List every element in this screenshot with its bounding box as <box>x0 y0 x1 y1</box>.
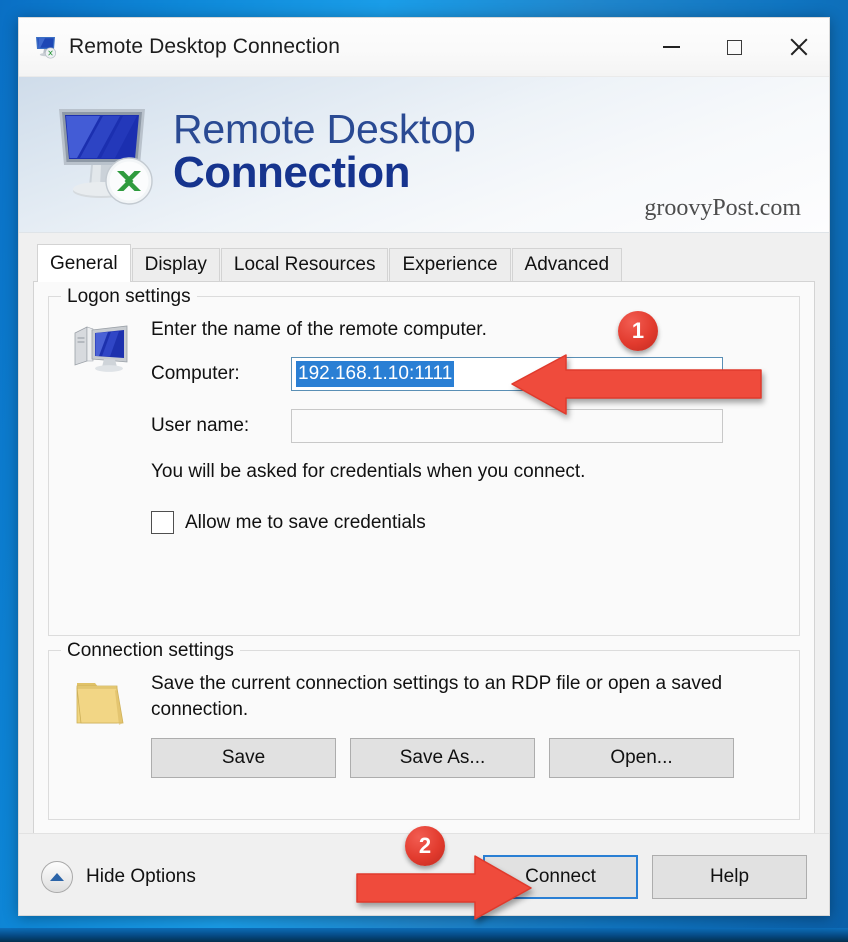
open-button[interactable]: Open... <box>549 738 734 779</box>
connection-settings-group: Connection settings Save the current con… <box>48 640 800 820</box>
remote-desktop-connection-window: Remote Desktop Connection Remote Desktop… <box>18 17 830 916</box>
allow-save-credentials-checkbox[interactable] <box>151 511 174 534</box>
logon-settings-title: Logon settings <box>61 286 197 308</box>
credentials-note: You will be asked for credentials when y… <box>151 461 586 482</box>
computer-icon <box>74 325 128 372</box>
help-button[interactable]: Help <box>652 854 807 899</box>
close-button[interactable] <box>766 18 829 76</box>
dialog-body: General Display Local Resources Experien… <box>19 233 829 915</box>
banner-title: Remote Desktop Connection <box>173 106 476 197</box>
tab-strip: General Display Local Resources Experien… <box>33 244 815 282</box>
annotation-badge-1: 1 <box>618 311 658 351</box>
connection-settings-buttons: Save Save As... Open... <box>151 738 781 779</box>
annotation-badge-2: 2 <box>405 826 445 866</box>
tab-local-resources[interactable]: Local Resources <box>220 248 389 281</box>
triangle-up-icon <box>50 872 64 881</box>
annotation-arrow-1 <box>511 354 762 415</box>
maximize-button[interactable] <box>703 18 766 76</box>
remote-desktop-icon <box>36 37 57 59</box>
window-title: Remote Desktop Connection <box>69 35 340 58</box>
chevron-up-circle-icon[interactable] <box>41 860 73 893</box>
save-button[interactable]: Save <box>151 738 336 779</box>
allow-save-credentials-label: Allow me to save credentials <box>185 511 426 533</box>
maximize-icon <box>727 39 742 55</box>
watermark: groovyPost.com <box>644 195 801 221</box>
tab-display[interactable]: Display <box>131 248 220 281</box>
hide-options-button[interactable]: Hide Options <box>41 860 196 893</box>
banner: Remote Desktop Connection groovyPost.com <box>19 77 829 233</box>
allow-save-credentials-row[interactable]: Allow me to save credentials <box>151 511 781 534</box>
username-label: User name: <box>151 415 250 436</box>
logon-prompt: Enter the name of the remote computer. <box>151 319 487 340</box>
window-controls <box>640 18 829 76</box>
remote-desktop-logo <box>59 108 153 205</box>
connection-settings-title: Connection settings <box>61 640 240 662</box>
desktop-background: Remote Desktop Connection Remote Desktop… <box>0 0 848 942</box>
logon-settings-group: Logon settings Enter the name of the rem… <box>48 286 800 636</box>
computer-label: Computer: <box>151 363 240 384</box>
close-icon <box>788 37 808 57</box>
computer-value: 192.168.1.10:1111 <box>296 361 455 387</box>
banner-line-1: Remote Desktop <box>173 106 476 153</box>
save-as-button[interactable]: Save As... <box>350 738 535 779</box>
connection-settings-description: Save the current connection settings to … <box>151 673 723 720</box>
tab-advanced[interactable]: Advanced <box>511 248 623 281</box>
banner-line-2: Connection <box>173 147 410 197</box>
tab-experience[interactable]: Experience <box>389 248 511 281</box>
title-bar: Remote Desktop Connection <box>19 18 829 77</box>
annotation-arrow-2 <box>356 855 532 920</box>
folder-icon <box>76 683 124 725</box>
minimize-button[interactable] <box>640 18 703 76</box>
minimize-icon <box>663 46 680 48</box>
tab-general[interactable]: General <box>37 244 131 282</box>
hide-options-label: Hide Options <box>86 865 196 887</box>
